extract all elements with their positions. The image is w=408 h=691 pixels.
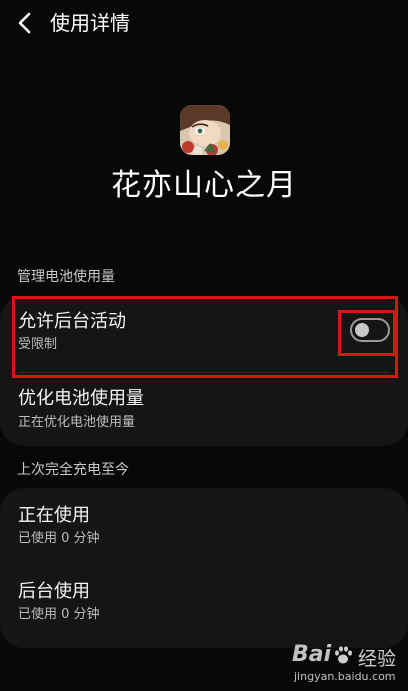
back-arrow-icon[interactable]: [14, 10, 36, 36]
app-name: 花亦山心之月: [111, 168, 297, 203]
baidu-jingyan-watermark: Bai 经验 jingyan.baidu.com: [292, 642, 402, 686]
watermark-logo-text: Bai: [292, 642, 332, 667]
app-icon: [180, 105, 230, 155]
background-usage-title: 后台使用: [18, 581, 90, 602]
page-title: 使用详情: [50, 11, 130, 35]
optimize-battery-title: 优化电池使用量: [18, 388, 144, 409]
foreground-usage-value: 已使用 0 分钟: [18, 531, 100, 546]
foreground-usage-title: 正在使用: [18, 505, 90, 526]
background-usage-row[interactable]: 后台使用 已使用 0 分钟: [0, 566, 408, 636]
since-charge-section-label: 上次完全充电至今: [17, 462, 129, 478]
optimize-battery-status: 正在优化电池使用量: [18, 415, 136, 430]
top-bar: 使用详情: [0, 0, 408, 48]
watermark-cn-text: 经验: [358, 648, 397, 670]
foreground-usage-row[interactable]: 正在使用 已使用 0 分钟: [0, 490, 408, 560]
highlight-box-toggle: [338, 310, 396, 356]
watermark-url: jingyan.baidu.com: [294, 670, 396, 683]
paw-icon: [335, 646, 352, 664]
battery-section-label: 管理电池使用量: [17, 269, 115, 285]
background-usage-value: 已使用 0 分钟: [18, 607, 100, 622]
optimize-battery-row[interactable]: 优化电池使用量 正在优化电池使用量: [0, 376, 408, 442]
